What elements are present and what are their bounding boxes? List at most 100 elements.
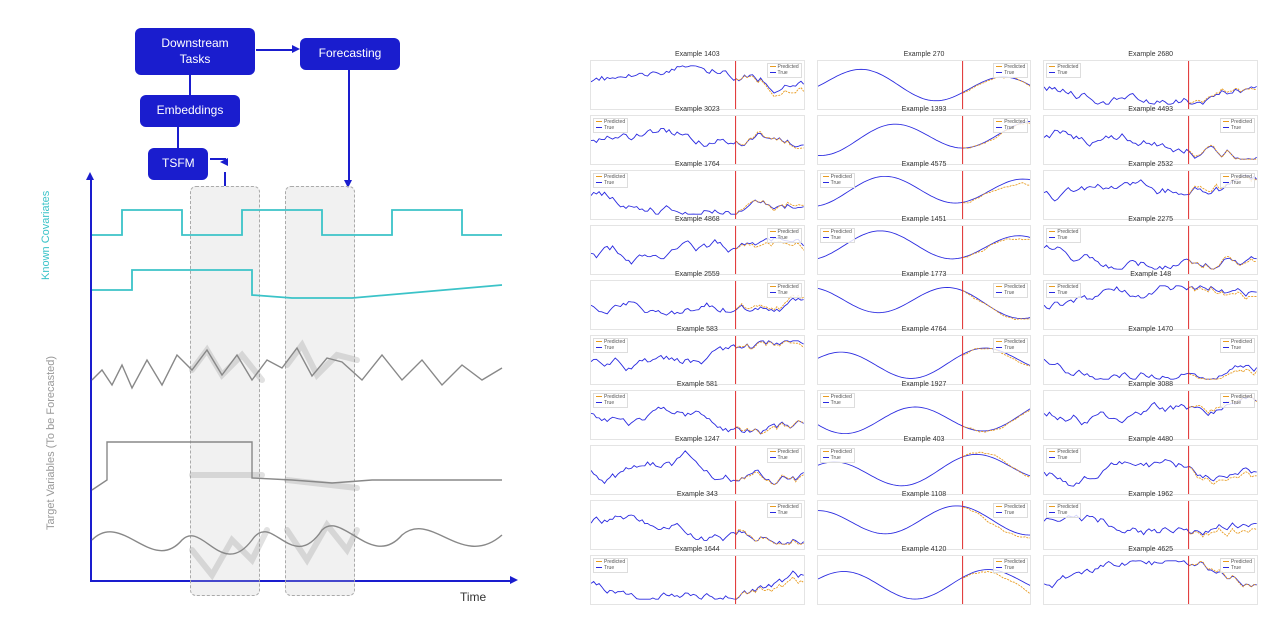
mini-chart: Example 1451 Predicted True bbox=[817, 225, 1032, 275]
arrowhead-icon bbox=[220, 158, 228, 166]
mini-chart-title: Example 1764 bbox=[591, 161, 804, 168]
mini-chart: Example 4120 Predicted True bbox=[817, 555, 1032, 605]
mini-chart: Example 1644 Predicted True bbox=[590, 555, 805, 605]
mini-chart-title: Example 2680 bbox=[1044, 51, 1257, 58]
mini-chart-title: Example 343 bbox=[591, 491, 804, 498]
mini-chart-legend: Predicted True bbox=[993, 283, 1028, 298]
mini-chart: Example 1403 Predicted True bbox=[590, 60, 805, 110]
mini-chart-title: Example 1451 bbox=[818, 216, 1031, 223]
mini-chart-title: Example 4764 bbox=[818, 326, 1031, 333]
mini-chart-title: Example 4480 bbox=[1044, 436, 1257, 443]
mini-chart: Example 403 Predicted True bbox=[817, 445, 1032, 495]
mini-chart: Example 1962 Predicted True bbox=[1043, 500, 1258, 550]
mini-chart-legend: Predicted True bbox=[1046, 503, 1081, 518]
mini-chart-legend: Predicted True bbox=[1220, 558, 1255, 573]
mini-chart-title: Example 581 bbox=[591, 381, 804, 388]
mini-chart-legend: Predicted True bbox=[767, 503, 802, 518]
mini-chart-title: Example 403 bbox=[818, 436, 1031, 443]
mini-chart: Example 583 Predicted True bbox=[590, 335, 805, 385]
mini-chart-legend: Predicted True bbox=[993, 63, 1028, 78]
mini-chart-title: Example 1247 bbox=[591, 436, 804, 443]
mini-chart-legend: Predicted True bbox=[820, 448, 855, 463]
mini-chart: Example 4625 Predicted True bbox=[1043, 555, 1258, 605]
y-axis-label-target: Target Variables (To be Forecasted) bbox=[45, 356, 57, 530]
mini-chart-legend: Predicted True bbox=[593, 338, 628, 353]
arrowhead-icon bbox=[292, 45, 300, 53]
mini-chart-legend: Predicted True bbox=[767, 283, 802, 298]
mini-chart-title: Example 4493 bbox=[1044, 106, 1257, 113]
mini-chart: Example 4764 Predicted True bbox=[817, 335, 1032, 385]
box-downstream-tasks: Downstream Tasks bbox=[135, 28, 255, 75]
box-tsfm: TSFM bbox=[148, 148, 208, 180]
mini-chart-title: Example 1644 bbox=[591, 546, 804, 553]
mini-chart-legend: Predicted True bbox=[993, 503, 1028, 518]
mini-chart-title: Example 3023 bbox=[591, 106, 804, 113]
arrow-downstream-to-forecasting bbox=[256, 49, 294, 51]
mini-chart-legend: Predicted True bbox=[1046, 283, 1081, 298]
mini-chart-title: Example 2559 bbox=[591, 271, 804, 278]
arrow-embeddings-to-downstream bbox=[189, 72, 191, 95]
mini-chart-legend: Predicted True bbox=[593, 393, 628, 408]
mini-chart-legend: Predicted True bbox=[820, 173, 855, 188]
mini-chart: Example 1247 Predicted True bbox=[590, 445, 805, 495]
mini-chart-title: Example 1470 bbox=[1044, 326, 1257, 333]
arrowhead-icon bbox=[173, 116, 181, 124]
mini-chart-legend: Predicted True bbox=[767, 448, 802, 463]
x-axis-arrowhead-icon bbox=[510, 576, 518, 584]
architecture-diagram: Downstream Tasks Forecasting Embeddings … bbox=[0, 0, 560, 628]
y-axis-arrowhead-icon bbox=[86, 172, 94, 180]
mini-chart-legend: Predicted True bbox=[767, 228, 802, 243]
mini-chart: Example 3023 Predicted True bbox=[590, 115, 805, 165]
arrow-tsfm-to-embeddings bbox=[177, 124, 179, 148]
mini-chart-legend: Predicted True bbox=[1046, 448, 1081, 463]
mini-chart: Example 1393 Predicted True bbox=[817, 115, 1032, 165]
mini-chart-legend: Predicted True bbox=[1046, 228, 1081, 243]
mini-chart-title: Example 583 bbox=[591, 326, 804, 333]
timeseries-plot bbox=[92, 180, 502, 580]
mini-chart: Example 2275 Predicted True bbox=[1043, 225, 1258, 275]
mini-chart: Example 1927 Predicted True bbox=[817, 390, 1032, 440]
mini-chart-title: Example 2532 bbox=[1044, 161, 1257, 168]
mini-chart-legend: Predicted True bbox=[1220, 118, 1255, 133]
forecasting-examples-grid: Example 1403 Predicted True Example 270 … bbox=[560, 0, 1288, 628]
mini-chart-title: Example 4868 bbox=[591, 216, 804, 223]
mini-chart-legend: Predicted True bbox=[593, 558, 628, 573]
mini-chart-legend: Predicted True bbox=[1220, 338, 1255, 353]
mini-chart: Example 1470 Predicted True bbox=[1043, 335, 1258, 385]
mini-chart-legend: Predicted True bbox=[820, 228, 855, 243]
mini-chart-title: Example 4625 bbox=[1044, 546, 1257, 553]
mini-chart: Example 4493 Predicted True bbox=[1043, 115, 1258, 165]
mini-chart-legend: Predicted True bbox=[593, 118, 628, 133]
mini-chart: Example 343 Predicted True bbox=[590, 500, 805, 550]
box-forecasting: Forecasting bbox=[300, 38, 400, 70]
mini-chart: Example 581 Predicted True bbox=[590, 390, 805, 440]
mini-chart-legend: Predicted True bbox=[1046, 63, 1081, 78]
mini-chart: Example 4480 Predicted True bbox=[1043, 445, 1258, 495]
mini-chart-title: Example 148 bbox=[1044, 271, 1257, 278]
mini-chart-title: Example 1773 bbox=[818, 271, 1031, 278]
mini-chart: Example 1773 Predicted True bbox=[817, 280, 1032, 330]
mini-chart-legend: Predicted True bbox=[1220, 393, 1255, 408]
mini-chart-title: Example 1108 bbox=[818, 491, 1031, 498]
mini-chart: Example 1108 Predicted True bbox=[817, 500, 1032, 550]
mini-chart: Example 2559 Predicted True bbox=[590, 280, 805, 330]
mini-chart: Example 3088 Predicted True bbox=[1043, 390, 1258, 440]
mini-chart: Example 2680 Predicted True bbox=[1043, 60, 1258, 110]
mini-chart: Example 148 Predicted True bbox=[1043, 280, 1258, 330]
mini-chart: Example 1764 Predicted True bbox=[590, 170, 805, 220]
mini-chart-title: Example 1962 bbox=[1044, 491, 1257, 498]
mini-chart-legend: Predicted True bbox=[993, 338, 1028, 353]
mini-chart-title: Example 1393 bbox=[818, 106, 1031, 113]
mini-chart-legend: Predicted True bbox=[820, 393, 855, 408]
y-axis-label-covariates: Known Covariates bbox=[40, 191, 52, 280]
mini-chart-title: Example 3088 bbox=[1044, 381, 1257, 388]
box-embeddings: Embeddings bbox=[140, 95, 240, 127]
mini-chart-legend: Predicted True bbox=[993, 558, 1028, 573]
mini-chart-legend: Predicted True bbox=[1220, 173, 1255, 188]
mini-chart-legend: Predicted True bbox=[593, 173, 628, 188]
mini-chart: Example 270 Predicted True bbox=[817, 60, 1032, 110]
mini-chart-title: Example 4575 bbox=[818, 161, 1031, 168]
mini-chart: Example 4575 Predicted True bbox=[817, 170, 1032, 220]
arrowhead-icon bbox=[185, 64, 193, 72]
arrow-forecasting-to-window bbox=[348, 64, 350, 182]
